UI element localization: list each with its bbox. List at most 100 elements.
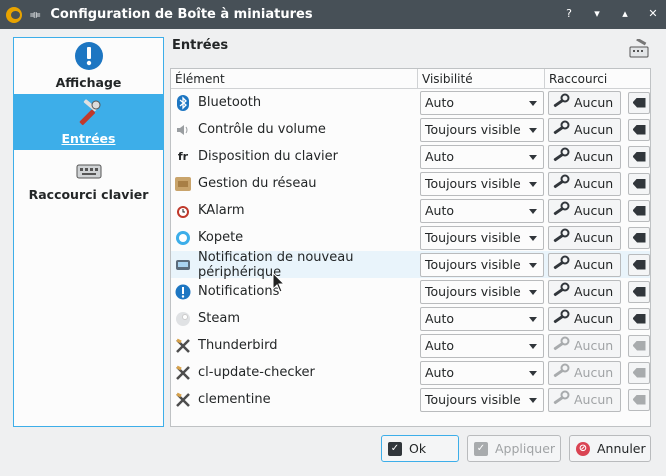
visibility-value: Toujours visible xyxy=(425,284,521,299)
visibility-value: Toujours visible xyxy=(425,122,521,137)
steam-icon xyxy=(175,311,191,327)
configure-shortcut-icon xyxy=(552,255,570,274)
maximize-icon[interactable]: ▴ xyxy=(618,7,632,21)
clear-shortcut-button[interactable] xyxy=(628,307,650,330)
visibility-select[interactable]: Toujours visible xyxy=(420,252,544,277)
generic-app-icon xyxy=(175,338,191,354)
shortcut-button[interactable]: Aucun xyxy=(548,198,621,223)
visibility-select[interactable]: Auto xyxy=(420,144,544,169)
row-element: Notifications xyxy=(171,284,418,300)
clear-shortcut-button[interactable] xyxy=(628,199,650,222)
clear-shortcut-button[interactable] xyxy=(628,280,650,303)
chevron-down-icon xyxy=(529,208,537,214)
row-label: clementine xyxy=(198,392,271,407)
clear-shortcut-button[interactable] xyxy=(628,388,650,411)
clear-shortcut-button[interactable] xyxy=(628,91,650,114)
row-label: Notifications xyxy=(198,284,280,299)
visibility-select[interactable]: Auto xyxy=(420,360,544,385)
table-row[interactable]: Notification de nouveau périphérique Touj… xyxy=(171,249,650,280)
shortcut-button[interactable]: Aucun xyxy=(548,252,621,277)
row-label: Gestion du réseau xyxy=(198,176,317,191)
row-label: Disposition du clavier xyxy=(198,149,339,164)
clear-shortcut-button[interactable] xyxy=(628,118,650,141)
shortcut-button[interactable]: Aucun xyxy=(548,171,621,196)
generic-app-icon xyxy=(175,365,191,381)
configure-shortcut-icon xyxy=(552,363,570,382)
column-header-visibility[interactable]: Visibilité xyxy=(418,69,545,88)
sidebar-item-raccourci-clavier[interactable]: Raccourci clavier xyxy=(14,150,163,206)
clear-shortcut-button[interactable] xyxy=(628,226,650,249)
table-row[interactable]: Notifications Toujours visible Aucun xyxy=(171,278,650,305)
table-row[interactable]: Bluetooth Auto Aucun xyxy=(171,89,650,116)
visibility-value: Auto xyxy=(425,149,455,164)
shortcut-value: Aucun xyxy=(574,311,614,326)
shortcut-value: Aucun xyxy=(574,257,614,272)
table-row[interactable]: Steam Auto Aucun xyxy=(171,305,650,332)
row-element: clementine xyxy=(171,392,418,408)
shortcut-button[interactable]: Aucun xyxy=(548,90,621,115)
apply-button[interactable]: ✓ Appliquer xyxy=(467,435,561,462)
cancel-button[interactable]: ⊘ Annuler xyxy=(569,435,651,462)
configure-icon[interactable] xyxy=(628,39,650,59)
clear-shortcut-button[interactable] xyxy=(628,253,650,276)
visibility-select[interactable]: Auto xyxy=(420,333,544,358)
row-element: KAlarm xyxy=(171,203,418,219)
column-header-element[interactable]: Élément xyxy=(171,69,418,88)
shortcut-button[interactable]: Aucun xyxy=(548,333,621,358)
row-label: Notification de nouveau périphérique xyxy=(198,249,354,280)
visibility-value: Auto xyxy=(425,95,455,110)
sidebar-item-affichage[interactable]: Affichage xyxy=(14,38,163,94)
row-element: cl-update-checker xyxy=(171,365,418,381)
visibility-select[interactable]: Toujours visible xyxy=(420,279,544,304)
visibility-select[interactable]: Toujours visible xyxy=(420,387,544,412)
visibility-select[interactable]: Toujours visible xyxy=(420,117,544,142)
table-body: Bluetooth Auto Aucun Contrôle du volume Touj… xyxy=(171,89,650,413)
shortcut-button[interactable]: Aucun xyxy=(548,306,621,331)
shortcut-button[interactable]: Aucun xyxy=(548,360,621,385)
table-row[interactable]: cl-update-checker Auto Aucun xyxy=(171,359,650,386)
minimize-icon[interactable]: ▾ xyxy=(590,7,604,21)
shortcut-button[interactable]: Aucun xyxy=(548,117,621,142)
clear-shortcut-button[interactable] xyxy=(628,172,650,195)
shortcut-button[interactable]: Aucun xyxy=(548,387,621,412)
clear-shortcut-button[interactable] xyxy=(628,361,650,384)
app-icon[interactable] xyxy=(6,6,22,23)
table-row[interactable]: fr Disposition du clavier Auto Aucun xyxy=(171,143,650,170)
column-header-shortcut[interactable]: Raccourci clavier xyxy=(545,69,650,106)
backspace-icon xyxy=(632,97,646,108)
configure-shortcut-icon xyxy=(552,282,570,301)
close-icon[interactable]: ✕ xyxy=(646,7,660,21)
visibility-value: Toujours visible xyxy=(425,392,521,407)
visibility-select[interactable]: Auto xyxy=(420,306,544,331)
ok-button[interactable]: ✓ Ok xyxy=(381,435,459,462)
visibility-value: Auto xyxy=(425,365,455,380)
backspace-icon xyxy=(632,394,646,405)
clear-shortcut-button[interactable] xyxy=(628,145,650,168)
keep-above-icon[interactable]: ⟚ xyxy=(30,8,40,22)
table-row[interactable]: Contrôle du volume Toujours visible Aucun xyxy=(171,116,650,143)
shortcut-button[interactable]: Aucun xyxy=(548,225,621,250)
info-icon xyxy=(74,42,103,70)
sidebar-item-entrees[interactable]: Entrées xyxy=(14,94,163,150)
check-icon: ✓ xyxy=(474,441,488,456)
configure-shortcut-icon xyxy=(552,309,570,328)
shortcut-button[interactable]: Aucun xyxy=(548,279,621,304)
visibility-select[interactable]: Auto xyxy=(420,90,544,115)
chevron-down-icon xyxy=(529,100,537,106)
clear-shortcut-button[interactable] xyxy=(628,334,650,357)
row-label: Kopete xyxy=(198,230,244,245)
chevron-down-icon xyxy=(529,262,537,268)
table-row[interactable]: KAlarm Auto Aucun xyxy=(171,197,650,224)
backspace-icon xyxy=(632,313,646,324)
table-row[interactable]: clementine Toujours visible Aucun xyxy=(171,386,650,413)
visibility-select[interactable]: Toujours visible xyxy=(420,225,544,250)
shortcut-button[interactable]: Aucun xyxy=(548,144,621,169)
table-row[interactable]: Thunderbird Auto Aucun xyxy=(171,332,650,359)
chevron-down-icon xyxy=(529,370,537,376)
help-icon[interactable]: ? xyxy=(562,7,576,21)
visibility-select[interactable]: Auto xyxy=(420,198,544,223)
table-row[interactable]: Gestion du réseau Toujours visible Aucun xyxy=(171,170,650,197)
network-icon xyxy=(175,176,191,192)
table-row[interactable]: Kopete Toujours visible Aucun xyxy=(171,224,650,251)
visibility-select[interactable]: Toujours visible xyxy=(420,171,544,196)
